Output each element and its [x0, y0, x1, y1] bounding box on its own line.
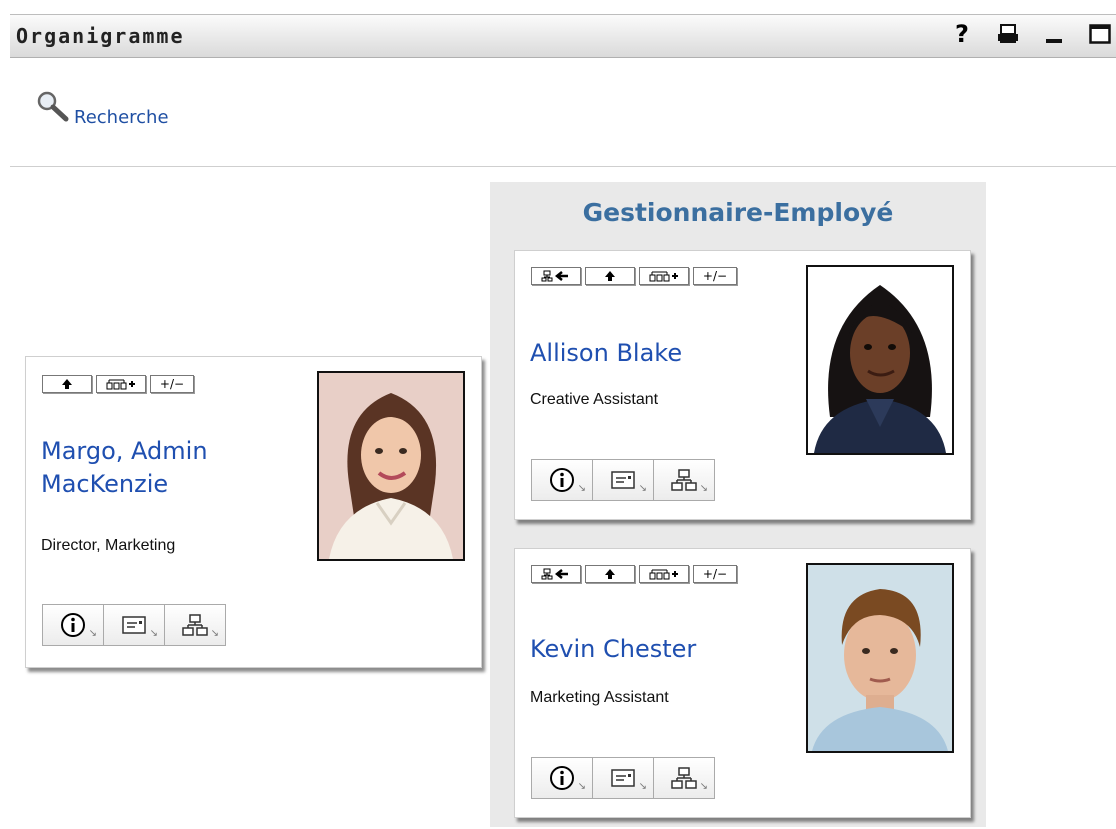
employee-name[interactable]: Allison Blake [530, 337, 682, 370]
manager-button-row: +/− [42, 375, 194, 393]
manager-job-title: Director, Marketing [41, 537, 176, 554]
print-icon[interactable] [996, 22, 1020, 46]
manager-photo [317, 371, 465, 561]
toggle-button[interactable]: +/− [693, 267, 737, 285]
info-icon[interactable]: ↘ [531, 459, 593, 501]
employee-card: +/− Allison Blake Creative Assistant ↘ ↘… [514, 250, 971, 520]
up-arrow-icon[interactable] [585, 565, 635, 583]
employee-card: +/− Kevin Chester Marketing Assistant ↘ … [514, 548, 971, 818]
info-icon[interactable]: ↘ [531, 757, 593, 799]
employee-photo [806, 563, 954, 753]
search-icon [36, 90, 70, 128]
window-title: Organigramme [16, 24, 185, 48]
employee-name[interactable]: Kevin Chester [530, 633, 696, 666]
manager-action-row: ↘ ↘ ↘ [42, 604, 226, 646]
panel-title: Gestionnaire-Employé [582, 198, 894, 227]
help-icon[interactable]: ? [950, 20, 974, 48]
help-glyph: ? [955, 20, 969, 48]
vcard-icon[interactable]: ↘ [593, 459, 654, 501]
org-chart-icon[interactable]: ↘ [654, 757, 715, 799]
info-icon[interactable]: ↘ [42, 604, 104, 646]
employee-job-title: Creative Assistant [530, 391, 659, 408]
go-to-manager-icon[interactable] [531, 267, 581, 285]
toggle-button[interactable]: +/− [693, 565, 737, 583]
employee-action-row: ↘ ↘ ↘ [531, 757, 715, 799]
vcard-icon[interactable]: ↘ [104, 604, 165, 646]
up-arrow-icon[interactable] [42, 375, 92, 393]
manager-name[interactable]: Margo, Admin MacKenzie [41, 435, 208, 501]
employee-photo [806, 265, 954, 455]
employee-job-title: Marketing Assistant [530, 689, 669, 706]
manager-name-line1: Margo, Admin [41, 437, 208, 465]
minimize-icon[interactable] [1042, 22, 1066, 46]
title-bar: Organigramme ? [10, 14, 1116, 58]
org-chart-icon[interactable]: ↘ [165, 604, 226, 646]
vcard-icon[interactable]: ↘ [593, 757, 654, 799]
go-to-manager-icon[interactable] [531, 565, 581, 583]
maximize-icon[interactable] [1088, 22, 1112, 46]
employee-action-row: ↘ ↘ ↘ [531, 459, 715, 501]
window-controls: ? [950, 20, 1112, 48]
manager-name-line2: MacKenzie [41, 470, 169, 498]
employee-button-row: +/− [531, 267, 737, 285]
search-bar: Recherche [10, 56, 1116, 167]
manager-card: +/− Margo, Admin MacKenzie Director, Mar… [25, 356, 482, 668]
expand-reports-icon[interactable] [639, 565, 689, 583]
up-arrow-icon[interactable] [585, 267, 635, 285]
search-label: Recherche [74, 107, 169, 128]
toggle-button[interactable]: +/− [150, 375, 194, 393]
employee-button-row: +/− [531, 565, 737, 583]
expand-reports-icon[interactable] [96, 375, 146, 393]
search-link[interactable]: Recherche [36, 90, 169, 128]
org-chart-icon[interactable]: ↘ [654, 459, 715, 501]
expand-reports-icon[interactable] [639, 267, 689, 285]
